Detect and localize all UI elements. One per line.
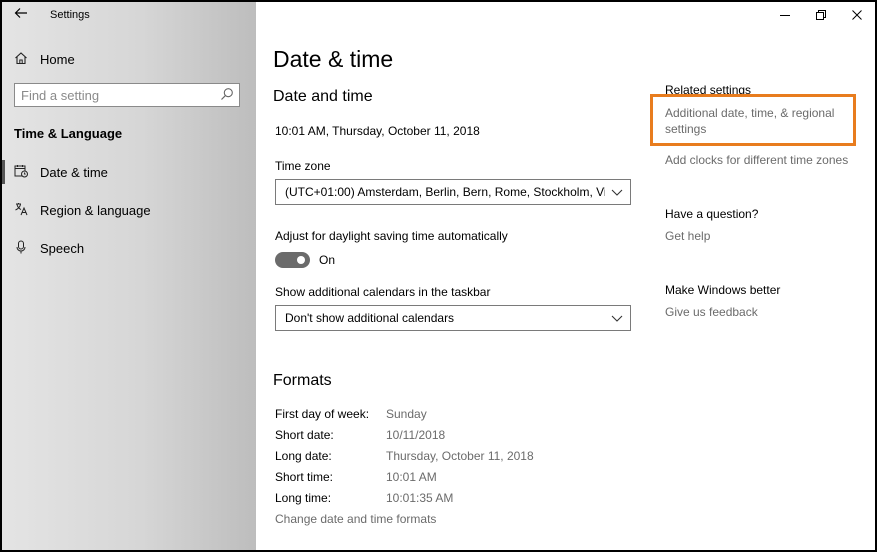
question-title: Have a question? [665,207,759,221]
format-label: Short date: [275,428,334,442]
microphone-icon [14,240,30,256]
chevron-down-icon [611,185,623,203]
dst-label: Adjust for daylight saving time automati… [275,229,508,243]
format-value: Sunday [386,407,427,421]
format-value: Thursday, October 11, 2018 [386,449,534,463]
minimize-button[interactable] [767,2,803,28]
settings-window: Settings Home Time & Language Date & tim… [2,2,875,550]
give-feedback-link[interactable]: Give us feedback [665,305,758,319]
minimize-icon [780,8,790,23]
nav-home-label: Home [40,51,75,67]
sidebar-item-label: Speech [40,240,85,256]
sidebar-item-speech[interactable]: Speech [14,240,84,256]
timezone-dropdown[interactable]: (UTC+01:00) Amsterdam, Berlin, Bern, Rom… [275,179,631,205]
back-arrow-icon[interactable] [14,6,28,23]
search-box[interactable] [14,83,240,107]
nav-home[interactable]: Home [14,51,75,67]
search-icon[interactable] [220,87,234,106]
format-label: First day of week: [275,407,370,421]
format-value: 10:01 AM [386,470,437,484]
search-input[interactable] [15,84,216,106]
sidebar-item-region-language[interactable]: Region & language [14,202,151,218]
region-language-icon [14,202,30,218]
close-icon [852,8,862,23]
calendar-clock-icon [14,164,30,180]
app-title: Settings [50,9,90,21]
active-indicator [2,160,5,184]
calendars-label: Show additional calendars in the taskbar [275,285,491,299]
sidebar-item-label: Region & language [40,202,151,218]
formats-title: Formats [273,372,332,389]
close-button[interactable] [839,2,875,28]
page-title: Date & time [273,46,394,72]
chevron-down-icon [611,311,623,329]
make-windows-better-title: Make Windows better [665,283,781,297]
home-icon [14,51,30,67]
section-title-date-time: Date and time [273,88,373,105]
sidebar-item-label: Date & time [40,164,108,180]
sidebar-item-date-time[interactable]: Date & time [14,164,108,180]
section-time-language: Time & Language [14,126,123,141]
regional-link-line2: settings [665,122,707,136]
regional-settings-link[interactable]: Additional date, time, & regional settin… [665,105,834,137]
calendars-dropdown[interactable]: Don't show additional calendars [275,305,631,331]
calendars-value: Don't show additional calendars [285,311,455,325]
dst-toggle-state: On [319,253,336,267]
toggle-knob [297,256,305,264]
format-label: Short time: [275,470,334,484]
format-value: 10:01:35 AM [386,491,454,505]
sidebar: Settings Home Time & Language Date & tim… [2,2,256,550]
timezone-value: (UTC+01:00) Amsterdam, Berlin, Bern, Rom… [285,185,605,199]
restore-button[interactable] [803,2,839,28]
add-clocks-link[interactable]: Add clocks for different time zones [665,153,848,167]
format-label: Long time: [275,491,332,505]
timezone-label: Time zone [275,159,331,173]
format-label: Long date: [275,449,332,463]
change-formats-link[interactable]: Change date and time formats [275,512,436,526]
regional-link-line1: Additional date, time, & regional [665,106,835,120]
restore-icon [816,8,826,23]
format-value: 10/11/2018 [386,428,446,442]
current-datetime: 10:01 AM, Thursday, October 11, 2018 [275,124,480,138]
get-help-link[interactable]: Get help [665,229,710,243]
dst-toggle[interactable] [275,252,310,268]
